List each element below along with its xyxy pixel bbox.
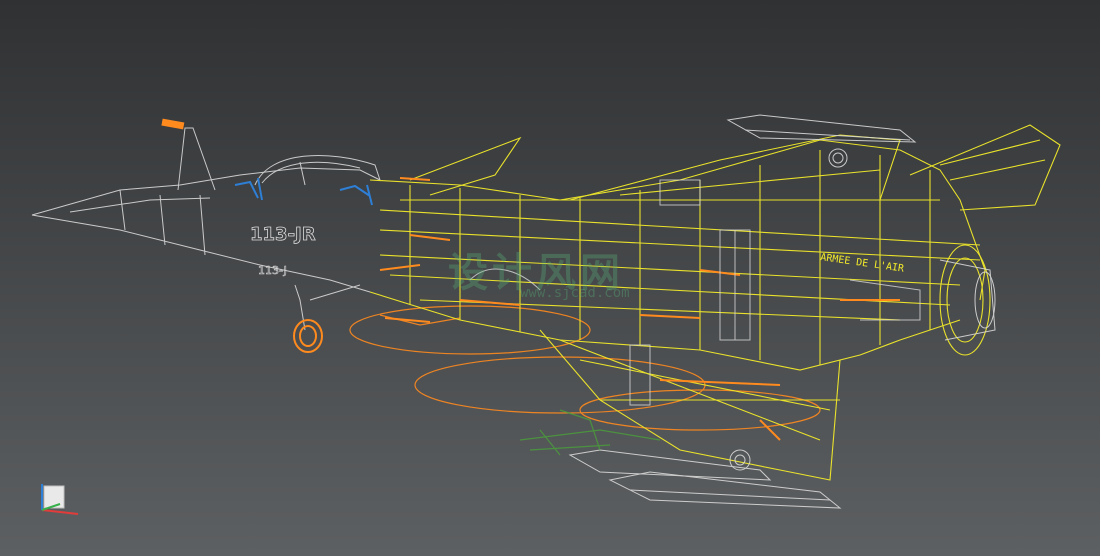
nose-gear-wheel [293, 319, 323, 353]
x-axis-icon [41, 509, 79, 515]
cockpit-seat-details [234, 177, 373, 206]
green-bottom-components [519, 409, 661, 456]
aircraft-wireframe-model[interactable]: ARMEE DE L'AIR 113-JR 113-J [0, 0, 1100, 556]
fuselage-nose-wireframe [31, 127, 381, 331]
gizmo-cube-icon [43, 485, 65, 509]
probe-tip [161, 118, 185, 130]
wingtip-missiles [568, 114, 996, 509]
3d-viewport[interactable]: ARMEE DE L'AIR 113-JR 113-J 设计风网 www.sjc… [0, 0, 1100, 556]
main-fuselage-wireframe [369, 124, 1061, 481]
axis-gizmo[interactable] [34, 480, 84, 520]
fuselage-serial-lower: 113-J [258, 264, 287, 277]
fuselage-serial: 113-JR [250, 224, 316, 245]
internal-component-details [469, 179, 921, 406]
